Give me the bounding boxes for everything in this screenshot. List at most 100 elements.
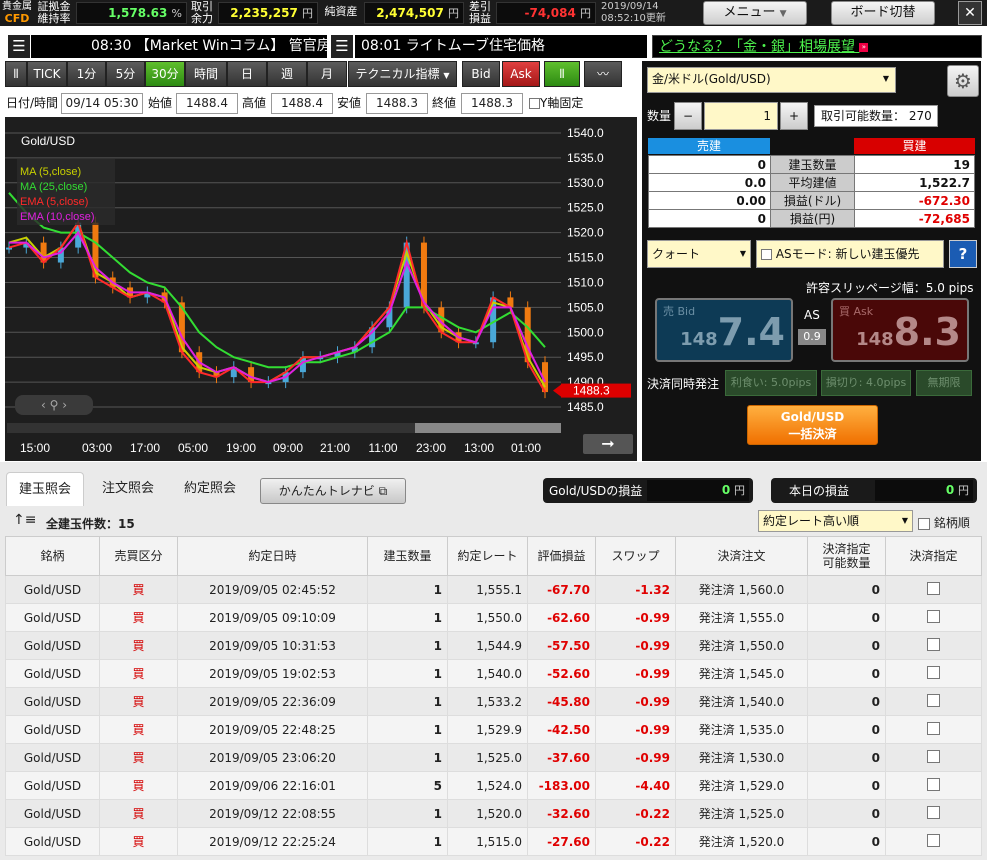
table-cell: Gold/USD [5,771,100,800]
sort-order-select[interactable]: 約定レート高い順 ▼ [758,510,913,532]
technical-indicator-dropdown[interactable]: テクニカル指標 ▼ [348,61,457,87]
tab-week[interactable]: 週 [267,61,307,87]
board-switch-button[interactable]: ボード切替 [831,1,935,25]
table-cell: -32.60 [527,799,596,828]
settle-checkbox[interactable] [927,693,940,707]
news-menu-icon-2[interactable]: ☰ [331,35,353,58]
line-chart-icon[interactable]: 〰 [584,61,622,87]
stop-loss-button[interactable]: 損切り: 4.0pips [821,370,911,396]
settle-select-cell [885,715,982,744]
as-mode-toggle[interactable]: ASモード: 新しい建玉優先 [756,240,944,268]
table-row[interactable]: Gold/USD 買 2019/09/05 02:45:52 1 1,555.1 -67.… [5,575,982,604]
tab-month[interactable]: 月 [307,61,347,87]
settle-checkbox[interactable] [927,637,940,651]
table-row[interactable]: Gold/USD 買 2019/09/05 23:06:20 1 1,525.0 -37.… [5,743,982,772]
bid-button[interactable]: Bid [462,61,500,87]
table-cell: 1,529.9 [447,715,528,744]
tab-orders[interactable]: 注文照会 [90,472,166,506]
column-header[interactable]: 評価損益 [527,536,596,576]
close-button[interactable]: ✕ [958,1,982,25]
column-header[interactable]: スワップ [595,536,676,576]
table-cell: 買 [99,799,178,828]
candlestick-icon[interactable]: ⫴ [544,61,580,87]
table-row[interactable]: Gold/USD 買 2019/09/05 22:36:09 1 1,533.2 -45.… [5,687,982,716]
y-axis-fix-checkbox[interactable] [529,98,540,109]
quantity-minus-button[interactable]: − [674,102,702,130]
table-cell: 1,550.0 [447,603,528,632]
settle-checkbox[interactable] [927,749,940,763]
settle-checkbox[interactable] [927,777,940,791]
settle-checkbox[interactable] [927,721,940,735]
help-button[interactable]: ? [949,240,977,268]
table-row[interactable]: Gold/USD 買 2019/09/12 22:25:24 1 1,515.0 -27.… [5,827,982,856]
table-row[interactable]: Gold/USD 買 2019/09/05 10:31:53 1 1,544.9 -57.… [5,631,982,660]
column-header[interactable]: 売買区分 [99,536,178,576]
news-link-gold-silver[interactable]: どうなる？「金・銀」相場展望 » [652,35,982,58]
table-row[interactable]: Gold/USD 買 2019/09/05 09:10:09 1 1,550.0 -62.… [5,603,982,632]
table-cell: 0 [807,771,886,800]
sell-header: 売建 [648,138,770,154]
settle-select-cell [885,743,982,772]
tab-5min[interactable]: 5分 [106,61,145,87]
as-mode-checkbox[interactable] [761,249,772,260]
tab-hour[interactable]: 時間 [185,61,227,87]
datetime-label: 日付/時間 [6,96,59,110]
table-cell: -37.60 [527,743,596,772]
table-row[interactable]: Gold/USD 買 2019/09/06 22:16:01 5 1,524.0 -183… [5,771,982,800]
table-row[interactable]: Gold/USD 買 2019/09/12 22:08:55 1 1,520.0 -32.… [5,799,982,828]
chart-type-icon[interactable]: ⫴ [5,61,27,87]
settle-checkbox[interactable] [927,805,940,819]
brand-sort-toggle[interactable]: 銘柄順 [918,514,970,531]
tab-executions[interactable]: 約定照会 [172,472,248,506]
quote-select[interactable]: クォート ▼ [647,240,751,268]
news-ticker-2[interactable]: 08:01 ライトムーブ住宅価格 [355,35,647,58]
sell-bid-button[interactable]: 売 Bid 1487.4 [655,298,793,362]
settle-checkbox[interactable] [927,609,940,623]
settle-checkbox[interactable] [927,665,940,679]
table-cell: -45.80 [527,687,596,716]
column-header[interactable]: 決済注文 [675,536,808,576]
ask-button[interactable]: Ask [502,61,540,87]
sort-toggle-icon[interactable]: ↑≡ [13,512,36,528]
bulk-settle-button[interactable]: Gold/USD 一括決済 [747,405,878,445]
column-header[interactable]: 決済指定 可能数量 [807,536,886,576]
settle-checkbox[interactable] [927,581,940,595]
take-profit-button[interactable]: 利食い: 5.0pips [725,370,817,396]
tab-1min[interactable]: 1分 [67,61,106,87]
tab-tick[interactable]: TICK [27,61,67,87]
tab-day[interactable]: 日 [227,61,267,87]
table-cell: 2019/09/06 22:16:01 [177,771,368,800]
summary-row: 0 損益(円) -72,685 [648,209,975,228]
news-ticker-1[interactable]: 08:30 【Market Winコラム】 管官房長 [31,35,327,58]
unlimited-button[interactable]: 無期限 [916,370,972,396]
news-menu-icon[interactable]: ☰ [8,35,30,58]
trade-navi-button[interactable]: かんたんトレナビ ⧉ [260,478,406,504]
tab-positions[interactable]: 建玉照会 [6,472,84,506]
table-cell: -27.60 [527,827,596,856]
table-cell: -62.60 [527,603,596,632]
settle-select-cell [885,659,982,688]
table-row[interactable]: Gold/USD 買 2019/09/05 19:02:53 1 1,540.0 -52.… [5,659,982,688]
quantity-plus-button[interactable]: + [780,102,808,130]
trading-power-label: 取引 余力 [191,0,213,25]
symbol-select[interactable]: 金/米ドル(Gold/USD) ▼ [647,67,896,93]
column-header[interactable]: 建玉数量 [367,536,448,576]
high-value: 1488.4 [271,93,333,114]
settle-select-cell [885,771,982,800]
settings-gear-button[interactable]: ⚙ [947,65,979,97]
table-row[interactable]: Gold/USD 買 2019/09/05 22:48:25 1 1,529.9 -42.… [5,715,982,744]
quantity-input[interactable]: 1 [704,102,778,130]
tab-30min[interactable]: 30分 [145,61,185,87]
table-cell: 1,544.9 [447,631,528,660]
price-chart[interactable]: 1540.0 1535.0 1530.0 1525.0 1520.0 1515.0 1510… [5,117,637,461]
column-header[interactable]: 約定レート [447,536,528,576]
column-header[interactable]: 約定日時 [177,536,368,576]
brand-sort-checkbox[interactable] [918,517,930,530]
menu-button[interactable]: メニュー ▼ [703,1,807,25]
buy-ask-button[interactable]: 買 Ask 1488.3 [831,298,969,362]
y-axis-fix[interactable]: Y軸固定 [529,92,583,114]
summary-label: 建玉数量 [770,155,855,174]
column-header[interactable]: 決済指定 [885,536,982,576]
settle-checkbox[interactable] [927,833,940,847]
column-header[interactable]: 銘柄 [5,536,100,576]
